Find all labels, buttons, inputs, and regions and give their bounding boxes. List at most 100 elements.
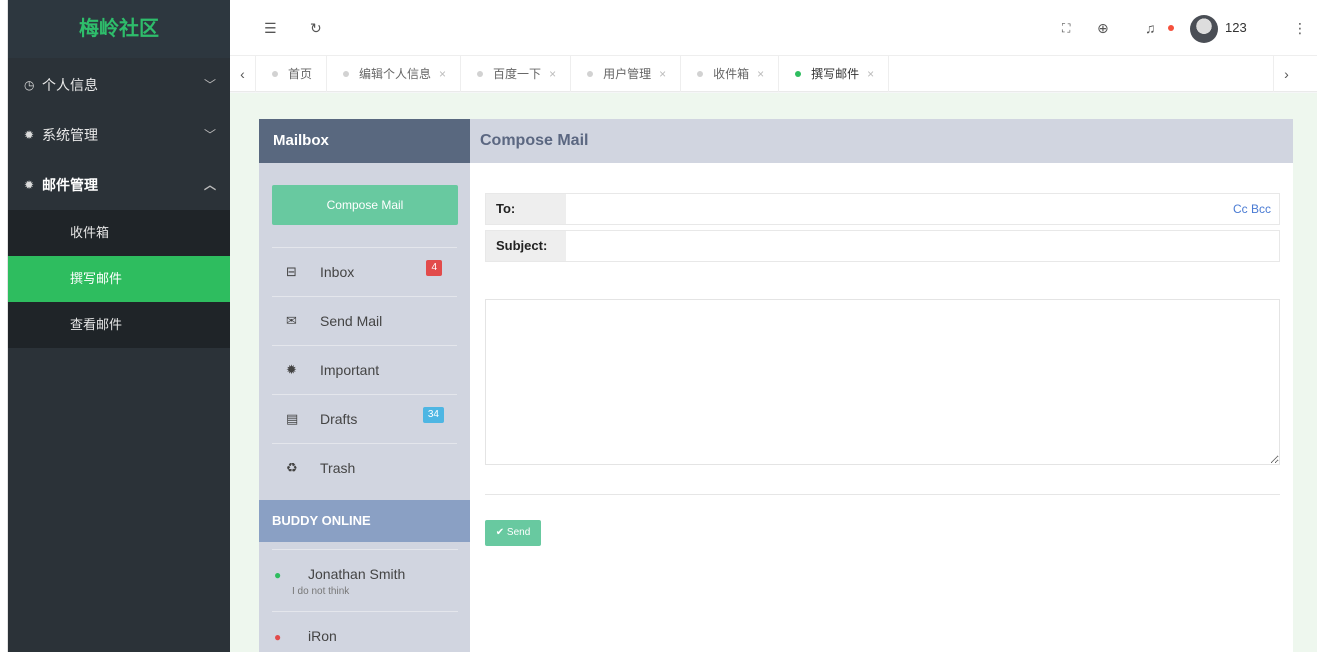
- tab-edit-profile[interactable]: 编辑个人信息 ×: [327, 56, 462, 92]
- compose-panel: Compose Mail To: Cc Bcc Subject: ✔ Send: [470, 119, 1293, 652]
- folder-important[interactable]: ✹ Important: [272, 345, 457, 394]
- cc-bcc-link[interactable]: Cc Bcc: [1233, 194, 1271, 224]
- tab-inbox[interactable]: 收件箱 ×: [681, 56, 780, 92]
- sidebar-group-label: 个人信息: [42, 77, 98, 93]
- globe-icon[interactable]: ⊕: [1097, 0, 1109, 56]
- tab-scroll-left-icon[interactable]: ‹: [230, 56, 256, 92]
- compose-mail-button[interactable]: Compose Mail: [272, 185, 458, 225]
- check-icon: ✔: [495, 527, 505, 538]
- sidebar-item-compose[interactable]: 撰写邮件: [8, 256, 230, 302]
- folder-label: Important: [320, 362, 380, 378]
- folder-list: ⊟ Inbox 4 ✉ Send Mail ✹ Important ▤ Draf…: [272, 247, 457, 492]
- tab-dot: [795, 71, 802, 77]
- send-button[interactable]: ✔ Send: [485, 520, 541, 546]
- compose-title: Compose Mail: [470, 119, 1293, 163]
- notification-dot: [1168, 25, 1174, 31]
- subject-label: Subject:: [486, 231, 566, 261]
- gear-icon: ✹: [24, 178, 35, 192]
- to-row: To: Cc Bcc: [485, 193, 1280, 225]
- tab-baidu[interactable]: 百度一下 ×: [461, 56, 572, 92]
- avatar[interactable]: [1190, 15, 1218, 43]
- tab-dot: [697, 71, 704, 77]
- tab-label: 编辑个人信息: [359, 67, 432, 81]
- sidebar-item-view-mail[interactable]: 查看邮件: [8, 302, 230, 348]
- chat-icon: ●: [274, 630, 282, 644]
- sidebar-group-mail[interactable]: ✹ 邮件管理 ︿: [8, 160, 230, 210]
- close-icon[interactable]: ×: [757, 67, 764, 81]
- mail-submenu: 收件箱 撰写邮件 查看邮件: [8, 210, 230, 348]
- more-icon[interactable]: ⋮: [1293, 0, 1307, 56]
- gear-icon: ✹: [24, 128, 35, 142]
- close-icon[interactable]: ×: [549, 67, 556, 81]
- star-icon: ✹: [286, 362, 297, 377]
- tab-scroll-right-icon[interactable]: ›: [1273, 56, 1299, 92]
- top-header: ☰ ↻ ⛶ ⊕ ♫ 123 ⋮: [230, 0, 1317, 56]
- folder-trash[interactable]: ♻ Trash: [272, 443, 457, 492]
- tab-dot: [587, 71, 594, 77]
- to-input[interactable]: [574, 197, 1210, 221]
- fullscreen-icon[interactable]: ⛶: [1062, 0, 1070, 56]
- buddy-item[interactable]: ● Jonathan Smith I do not think: [272, 549, 458, 611]
- tab-label: 撰写邮件: [811, 67, 860, 81]
- bell-icon[interactable]: ♫: [1145, 0, 1156, 56]
- folder-inbox[interactable]: ⊟ Inbox 4: [272, 247, 457, 296]
- buddy-name: Jonathan Smith: [308, 566, 406, 582]
- buddy-name: iRon: [308, 628, 337, 644]
- tab-label: 收件箱: [713, 67, 750, 81]
- sidebar-item-inbox[interactable]: 收件箱: [8, 210, 230, 256]
- folder-label: Drafts: [320, 411, 358, 427]
- sidebar-group-profile[interactable]: ◷ 个人信息 ﹀: [8, 60, 230, 110]
- tab-bar: ‹ 首页 编辑个人信息 × 百度一下 × 用户管理 × 收件箱 × 撰写邮件 × ›: [230, 56, 1317, 92]
- sidebar-group-label: 邮件管理: [42, 177, 98, 193]
- tab-compose-mail[interactable]: 撰写邮件 ×: [779, 56, 890, 92]
- sidebar-group-system[interactable]: ✹ 系统管理 ﹀: [8, 110, 230, 160]
- gauge-icon: ◷: [24, 78, 35, 92]
- inbox-count-badge: 4: [426, 260, 442, 276]
- username[interactable]: 123: [1225, 0, 1247, 56]
- refresh-icon[interactable]: ↻: [310, 0, 322, 56]
- buddy-message: I do not think: [292, 586, 350, 597]
- menu-fold-icon[interactable]: ☰: [264, 0, 277, 56]
- mailbox-panel: Mailbox Compose Mail ⊟ Inbox 4 ✉ Send Ma…: [259, 119, 470, 652]
- tab-dot: [477, 71, 484, 77]
- chevron-down-icon: ﹀: [203, 78, 216, 92]
- folder-drafts[interactable]: ▤ Drafts 34: [272, 394, 457, 443]
- divider: [485, 494, 1280, 495]
- mail-body-textarea[interactable]: [485, 299, 1280, 465]
- tab-dot: [343, 71, 350, 77]
- inbox-icon: ⊟: [286, 264, 297, 279]
- tab-home[interactable]: 首页: [256, 56, 328, 92]
- sidebar: 梅岭社区 ◷ 个人信息 ﹀ ✹ 系统管理 ﹀ ✹ 邮件管理 ︿ 收件箱 撰写邮件…: [8, 0, 230, 652]
- subject-row: Subject:: [485, 230, 1280, 262]
- folder-label: Send Mail: [320, 313, 383, 329]
- logo: 梅岭社区: [8, 0, 230, 58]
- chevron-down-icon: ﹀: [203, 128, 216, 142]
- trash-icon: ♻: [286, 460, 298, 475]
- folder-send-mail[interactable]: ✉ Send Mail: [272, 296, 457, 345]
- tab-user-management[interactable]: 用户管理 ×: [571, 56, 682, 92]
- tab-list: 首页 编辑个人信息 × 百度一下 × 用户管理 × 收件箱 × 撰写邮件 ×: [256, 56, 890, 92]
- document-icon: ▤: [286, 411, 299, 426]
- close-icon[interactable]: ×: [867, 67, 874, 81]
- mailbox-title: Mailbox: [259, 119, 470, 163]
- send-label: Send: [506, 527, 531, 538]
- folder-label: Trash: [320, 460, 356, 476]
- subject-input[interactable]: [574, 234, 1210, 258]
- tab-label: 百度一下: [493, 67, 542, 81]
- tab-label: 首页: [288, 67, 313, 81]
- drafts-count-badge: 34: [422, 407, 444, 423]
- chevron-up-icon: ︿: [203, 178, 216, 192]
- folder-label: Inbox: [320, 264, 355, 280]
- buddy-item[interactable]: ● iRon: [272, 611, 458, 652]
- tab-label: 用户管理: [603, 67, 652, 81]
- to-label: To:: [486, 194, 566, 224]
- chat-icon: ●: [274, 568, 282, 582]
- close-icon[interactable]: ×: [659, 67, 666, 81]
- left-edge-strip: [0, 0, 8, 652]
- close-icon[interactable]: ×: [439, 67, 446, 81]
- buddy-online-title: BUDDY ONLINE: [259, 500, 470, 542]
- main-content: Mailbox Compose Mail ⊟ Inbox 4 ✉ Send Ma…: [230, 93, 1317, 652]
- tab-dot: [272, 71, 278, 77]
- envelope-icon: ✉: [286, 313, 297, 328]
- sidebar-group-label: 系统管理: [42, 127, 98, 143]
